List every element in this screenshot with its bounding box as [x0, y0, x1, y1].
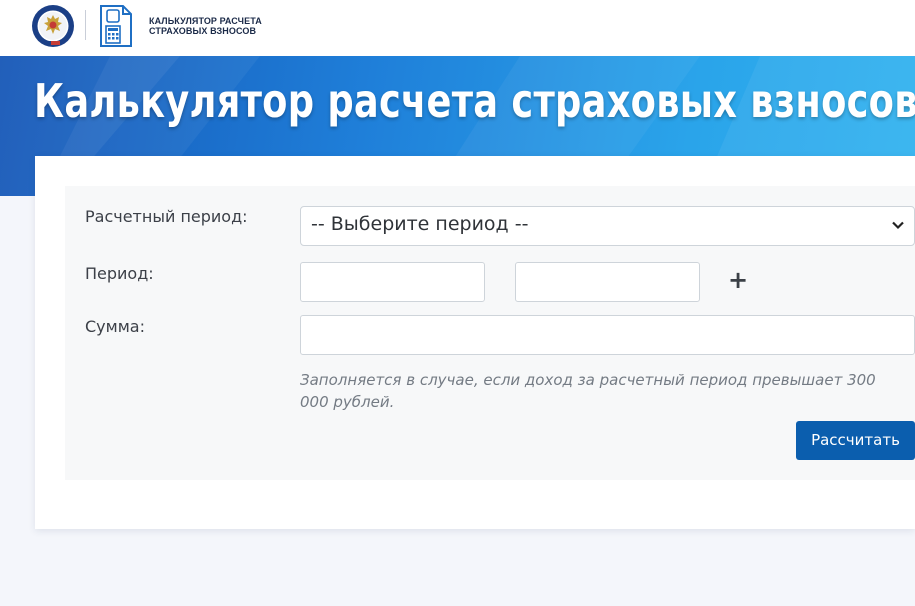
add-period-icon[interactable]: + — [728, 266, 748, 294]
calculator-form: Расчетный период: -- Выберите период -- … — [65, 186, 915, 480]
page-title: Калькулятор расчета страховых взносов — [34, 74, 915, 128]
site-header: Калькулятор расчета страховых взносов — [0, 0, 915, 56]
calculator-document-icon[interactable] — [99, 4, 133, 48]
period-type-label: Расчетный период: — [85, 207, 248, 226]
period-to-input[interactable] — [515, 262, 700, 302]
period-label: Период: — [85, 264, 154, 283]
sum-input[interactable] — [300, 315, 915, 355]
sum-label: Сумма: — [85, 317, 145, 336]
logo-line-1: Калькулятор расчета — [149, 16, 262, 26]
calculate-button[interactable]: Рассчитать — [796, 421, 915, 460]
period-type-select[interactable]: -- Выберите период -- — [300, 206, 915, 246]
calculator-card: Расчетный период: -- Выберите период -- … — [35, 156, 915, 529]
site-logo-text[interactable]: Калькулятор расчета страховых взносов — [149, 16, 262, 36]
sum-hint: Заполняется в случае, если доход за расч… — [300, 371, 876, 411]
logo-line-2: страховых взносов — [149, 26, 257, 36]
period-from-input[interactable] — [300, 262, 485, 302]
chevron-down-icon — [892, 221, 904, 230]
period-type-selected-value: -- Выберите период -- — [311, 213, 529, 235]
fns-emblem-icon[interactable] — [31, 4, 75, 48]
logo-divider — [85, 10, 86, 40]
